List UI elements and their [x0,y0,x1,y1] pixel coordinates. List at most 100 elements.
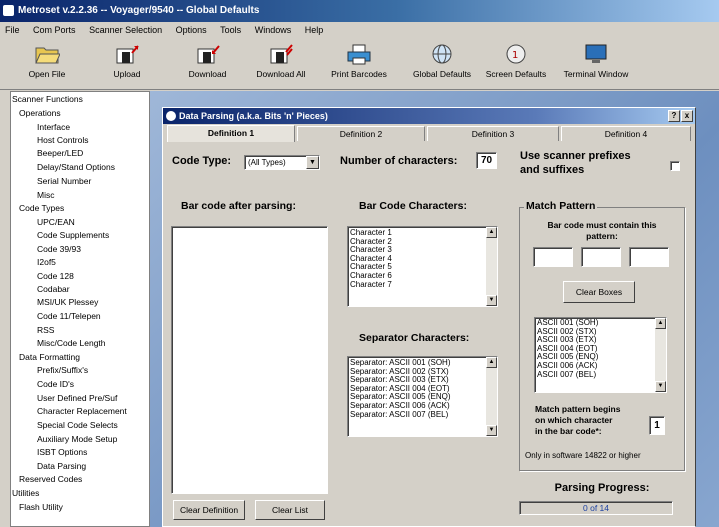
data-parsing-dialog: Data Parsing (a.k.a. Bits 'n' Pieces) ? … [162,107,696,527]
software-note: Only in software 14822 or higher [525,451,641,460]
tree-item[interactable]: Data Formatting [19,352,80,362]
close-button[interactable]: x [681,110,693,122]
open-file-label: Open File [28,69,66,79]
tree-item-data-parsing[interactable]: Data Parsing [37,461,86,471]
clear-boxes-button[interactable]: Clear Boxes [563,281,635,303]
parsing-progress-bar: 0 of 14 [519,501,673,515]
tree-item[interactable]: User Defined Pre/Suf [37,393,117,403]
tree-item[interactable]: Scanner Functions [12,94,83,104]
upload-button[interactable]: Upload [102,40,152,86]
scroll-up-icon[interactable]: ▲ [655,318,666,329]
menu-windows[interactable]: Windows [255,25,292,35]
prefix-suffix-label-2: and suffixes [520,164,585,176]
tree-item[interactable]: Utilities [12,488,39,498]
tab-definition-4[interactable]: Definition 4 [561,126,691,141]
terminal-window-button[interactable]: Terminal Window [560,40,632,86]
pattern-begins-label-2: on which character [535,415,613,425]
tree-item[interactable]: Serial Number [37,176,91,186]
pattern-box-1[interactable] [533,247,573,267]
clear-definition-button[interactable]: Clear Definition [173,500,245,520]
list-item[interactable]: ASCII 007 (BEL) [535,370,666,380]
tree-item[interactable]: Code ID's [37,379,74,389]
tree-item[interactable]: RSS [37,325,54,335]
tree-item[interactable]: Host Controls [37,135,89,145]
num-chars-label: Number of characters: [340,155,458,167]
menu-scanner-selection[interactable]: Scanner Selection [89,25,162,35]
tree-item[interactable]: MSI/UK Plessey [37,297,98,307]
menu-options[interactable]: Options [176,25,207,35]
tree-item[interactable]: Flash Utility [19,502,63,512]
tree-item[interactable]: Code 39/93 [37,244,81,254]
tree-item[interactable]: Interface [37,122,70,132]
code-type-select[interactable]: (All Types) ▼ [244,155,320,170]
tree-item[interactable]: Prefix/Suffix's [37,365,88,375]
prefix-suffix-checkbox[interactable] [670,161,680,171]
menu-com-ports[interactable]: Com Ports [33,25,76,35]
scrollbar[interactable]: ▲ ▼ [486,357,497,436]
tree-item[interactable]: Delay/Stand Options [37,162,115,172]
tree-item[interactable]: Codabar [37,284,70,294]
scroll-down-icon[interactable]: ▼ [486,425,497,436]
tree-item[interactable]: Reserved Codes [19,474,82,484]
tree-item[interactable]: Character Replacement [37,406,127,416]
clear-list-button[interactable]: Clear List [255,500,325,520]
tree-item[interactable]: Misc/Code Length [37,338,106,348]
list-item[interactable]: Separator: ASCII 007 (BEL) [348,410,497,420]
menu-help[interactable]: Help [305,25,324,35]
list-item[interactable]: Character 7 [348,280,497,290]
ascii-list[interactable]: ASCII 001 (SOH) ASCII 002 (STX) ASCII 00… [534,317,667,393]
separator-list[interactable]: Separator: ASCII 001 (SOH) Separator: AS… [347,356,498,437]
tree-item[interactable]: Code Supplements [37,230,109,240]
tree-item[interactable]: Code 11/Telepen [37,311,101,321]
dialog-title: Data Parsing (a.k.a. Bits 'n' Pieces) [179,111,328,121]
num-chars-field[interactable]: 70 [476,152,497,169]
tree-item[interactable]: Code 128 [37,271,74,281]
screen-defaults-label: Screen Defaults [485,69,547,79]
global-defaults-button[interactable]: Global Defaults [408,40,476,86]
scroll-up-icon[interactable]: ▲ [486,227,497,238]
tree-item[interactable]: Auxiliary Mode Setup [37,434,117,444]
tab-definition-1[interactable]: Definition 1 [167,125,295,142]
download-label: Download [188,69,227,79]
pattern-begins-label-1: Match pattern begins [535,404,621,414]
open-file-button[interactable]: Open File [22,40,72,86]
match-pattern-label: Match Pattern [524,200,598,212]
scroll-down-icon[interactable]: ▼ [655,381,666,392]
code-type-value: (All Types) [248,158,286,167]
tab-definition-3[interactable]: Definition 3 [427,126,559,141]
tree-item[interactable]: ISBT Options [37,447,87,457]
progress-label: Parsing Progress: [554,482,650,494]
pattern-box-3[interactable] [629,247,669,267]
scrollbar[interactable]: ▲ ▼ [655,318,666,392]
tab-definition-2[interactable]: Definition 2 [297,126,425,141]
download-button[interactable]: Download [180,40,235,86]
globe-icon [429,43,455,65]
tree-item[interactable]: Misc [37,190,54,200]
tree-item[interactable]: Operations [19,108,61,118]
scrollbar[interactable]: ▲ ▼ [486,227,497,306]
print-barcodes-button[interactable]: Print Barcodes [330,40,388,86]
scanner-functions-tree[interactable]: Scanner Functions Operations Interface H… [10,91,150,527]
tree-item[interactable]: Special Code Selects [37,420,118,430]
svg-text:1: 1 [512,50,518,61]
app-title-bar: Metroset v.2.2.36 -- Voyager/9540 -- Glo… [0,0,719,22]
scroll-down-icon[interactable]: ▼ [486,295,497,306]
scroll-up-icon[interactable]: ▲ [486,357,497,368]
pattern-box-2[interactable] [581,247,621,267]
pattern-begins-field[interactable]: 1 [649,416,665,435]
screen-defaults-button[interactable]: 1 Screen Defaults [482,40,550,86]
chevron-down-icon[interactable]: ▼ [306,156,319,169]
toolbar: Open File Upload Download Download All P… [0,38,719,90]
menu-tools[interactable]: Tools [220,25,241,35]
tree-item[interactable]: UPC/EAN [37,217,75,227]
menu-file[interactable]: File [5,25,20,35]
bar-code-chars-list[interactable]: Character 1 Character 2 Character 3 Char… [347,226,498,307]
download-all-button[interactable]: Download All [250,40,312,86]
tree-item[interactable]: I2of5 [37,257,56,267]
tree-item[interactable]: Beeper/LED [37,148,83,158]
printer-icon [346,43,372,65]
tree-item[interactable]: Code Types [19,203,64,213]
monitor-icon [583,43,609,65]
after-parsing-box[interactable] [171,226,328,494]
help-button[interactable]: ? [668,110,680,122]
